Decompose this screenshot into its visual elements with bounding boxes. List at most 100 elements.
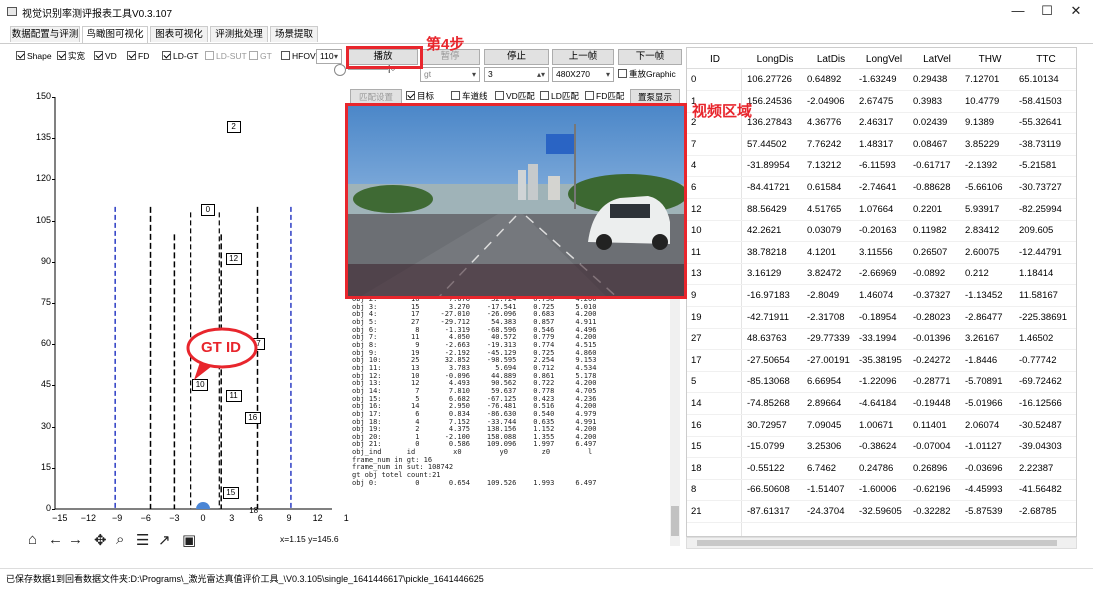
object-id-box[interactable]: 18 bbox=[246, 506, 262, 518]
table-row[interactable]: 6 -84.41721 0.61584 -2.74641 -0.88628 -5.6610… bbox=[687, 178, 1076, 199]
table-row[interactable]: 12 88.56429 4.51765 1.07664 0.2201 5.93917 -82… bbox=[687, 200, 1076, 221]
table-cell: 156.24536 bbox=[747, 95, 792, 107]
table-row[interactable]: 17 -27.50654 -27.00191 -35.38195 -0.24272 -1.… bbox=[687, 351, 1076, 372]
table-cell: -0.28023 bbox=[913, 311, 951, 323]
fd-match-check[interactable]: FD匹配 bbox=[585, 91, 624, 102]
display-check-hfov[interactable]: HFOV bbox=[281, 51, 316, 62]
minimize-button[interactable]: — bbox=[1004, 2, 1032, 20]
stop-button[interactable]: 停止 bbox=[484, 49, 549, 65]
display-check-shape[interactable]: Shape bbox=[16, 51, 52, 62]
column-header[interactable]: ID bbox=[695, 54, 735, 65]
table-row[interactable]: 19 -42.71911 -2.31708 -0.18954 -0.28023 -2.86… bbox=[687, 308, 1076, 329]
object-id-box[interactable]: 11 bbox=[225, 390, 242, 403]
tab-data-config[interactable]: 数据配置与评测 bbox=[10, 26, 80, 42]
table-cell: -87.61317 bbox=[747, 506, 790, 517]
table-row[interactable]: 21 -87.61317 -24.3704 -32.59605 -0.32282 -5.8… bbox=[687, 502, 1076, 523]
y-tick-label: 45 bbox=[40, 379, 51, 390]
home-icon[interactable]: ⌂ bbox=[28, 531, 37, 548]
step4-label: 第4步 bbox=[426, 36, 465, 53]
table-row[interactable]: 4 -31.89954 7.13212 -6.11593 -0.61717 -2.1392… bbox=[687, 156, 1076, 178]
display-check-ld-sut[interactable]: LD-SUT bbox=[205, 51, 247, 62]
table-cell: -84.41721 bbox=[747, 182, 790, 193]
configure-icon[interactable]: ☰ bbox=[136, 531, 149, 549]
object-id-box[interactable]: 16 bbox=[244, 412, 261, 425]
ld-match-check[interactable]: LD匹配 bbox=[540, 91, 579, 102]
y-tick bbox=[52, 303, 55, 304]
table-row[interactable]: 16 30.72957 7.09045 1.00671 0.11401 2.06074 -3… bbox=[687, 416, 1076, 437]
table-row[interactable]: 13 3.16129 3.82472 -2.66969 -0.0892 0.212 1.18… bbox=[687, 264, 1076, 286]
column-header[interactable]: LongDis bbox=[745, 54, 805, 65]
table-cell: -2.1392 bbox=[965, 160, 998, 172]
log-scrollbar[interactable] bbox=[670, 296, 680, 546]
column-header[interactable]: TTC bbox=[1017, 54, 1075, 65]
table-cell: 0.212 bbox=[965, 268, 989, 280]
column-header[interactable]: LongVel bbox=[857, 54, 911, 65]
table-cell: 3.82472 bbox=[807, 268, 842, 280]
table-row[interactable]: 10 42.2621 0.03079 -0.20163 0.11982 2.83412 20… bbox=[687, 221, 1076, 243]
table-cell: -2.8049 bbox=[807, 290, 840, 301]
table-cell: -29.77339 bbox=[807, 333, 850, 345]
column-header[interactable]: LatDis bbox=[805, 54, 857, 65]
display-check-gt[interactable]: GT bbox=[249, 51, 272, 62]
display-check-fd[interactable]: FD bbox=[127, 51, 149, 62]
object-id-box[interactable]: 0 bbox=[200, 203, 215, 216]
count-spinbox[interactable]: 3 ▴▾ bbox=[484, 67, 549, 82]
save-icon[interactable]: ▣ bbox=[182, 531, 196, 549]
tab-birdview[interactable]: 鸟瞰图可视化 bbox=[82, 26, 148, 44]
table-cell: 4.51765 bbox=[807, 203, 842, 215]
table-cell: 42.2621 bbox=[747, 225, 782, 237]
table-row[interactable]: 27 48.63763 -29.77339 -33.1994 -0.01396 3.261… bbox=[687, 329, 1076, 351]
table-row[interactable]: 18 -0.55122 6.7462 0.24786 0.26896 -0.03696 2.… bbox=[687, 459, 1076, 480]
replay-graphic-check[interactable]: 重放Graphic bbox=[618, 69, 676, 80]
forward-icon[interactable]: → bbox=[68, 531, 83, 548]
tab-batch[interactable]: 评测批处理 bbox=[210, 26, 268, 42]
table-cell: -58.41503 bbox=[1019, 95, 1062, 107]
pan-icon[interactable]: ✥ bbox=[94, 531, 107, 549]
table-row[interactable]: 8 -66.50608 -1.51407 -1.60006 -0.62196 -4.459… bbox=[687, 480, 1076, 502]
table-row[interactable]: 11 38.78218 4.1201 3.11556 0.26507 2.60075 -12… bbox=[687, 243, 1076, 264]
display-check-实宽[interactable]: 实宽 bbox=[57, 51, 85, 62]
table-cell: 0.26507 bbox=[913, 246, 948, 258]
slider-handle[interactable] bbox=[334, 64, 346, 76]
table-row[interactable]: 15 -15.0799 3.25306 -0.38624 -0.07004 -1.0112… bbox=[687, 437, 1076, 459]
gt-select[interactable]: gt ▾ bbox=[420, 67, 480, 82]
object-id-box[interactable]: 15 bbox=[222, 486, 239, 499]
target-check[interactable]: 目标 bbox=[406, 91, 434, 102]
next-frame-button[interactable]: 下一帧 bbox=[618, 49, 682, 65]
vd-match-check[interactable]: VD匹配 bbox=[495, 91, 535, 102]
hfov-spinbox[interactable]: 110 ▾ bbox=[316, 49, 342, 64]
video-highlight bbox=[345, 103, 687, 299]
close-button[interactable]: ✕ bbox=[1062, 2, 1090, 20]
column-header[interactable]: THW bbox=[963, 54, 1017, 65]
slider-track[interactable] bbox=[348, 69, 388, 70]
edit-curve-icon[interactable]: ↗ bbox=[158, 531, 171, 549]
prev-frame-button[interactable]: 上一帧 bbox=[552, 49, 614, 65]
table-row[interactable]: 7 57.44502 7.76242 1.48317 0.08467 3.85229 -38… bbox=[687, 135, 1076, 156]
resolution-select[interactable]: 480X270 ▾ bbox=[552, 67, 614, 82]
lane-check[interactable]: 车道线 bbox=[451, 91, 488, 102]
checkbox-icon bbox=[205, 51, 214, 60]
tab-scene[interactable]: 场景提取 bbox=[270, 26, 318, 42]
table-cell: 7.76242 bbox=[807, 138, 842, 150]
object-id-box[interactable]: 2 bbox=[226, 121, 241, 134]
coord-readout: x=1.15 y=145.6 bbox=[280, 534, 339, 544]
maximize-button[interactable]: ☐ bbox=[1033, 2, 1061, 20]
table-scrollbar[interactable] bbox=[686, 537, 1077, 549]
table-cell: -33.1994 bbox=[859, 333, 897, 345]
plot-canvas[interactable] bbox=[0, 90, 340, 530]
back-icon[interactable]: ← bbox=[48, 531, 63, 548]
table-cell: 30.72957 bbox=[747, 419, 787, 431]
table-row[interactable]: 0 106.27726 0.64892 -1.63249 0.29438 7.12701 6… bbox=[687, 70, 1076, 91]
table-cell: 9 bbox=[691, 290, 697, 301]
display-check-ld-gt[interactable]: LD-GT bbox=[162, 51, 199, 62]
display-check-vd[interactable]: VD bbox=[94, 51, 117, 62]
table-row[interactable]: 9 -16.97183 -2.8049 1.46074 -0.37327 -1.13452… bbox=[687, 286, 1076, 307]
column-header[interactable]: LatVel bbox=[911, 54, 963, 65]
zoom-icon[interactable]: ⌕ bbox=[116, 531, 124, 548]
table-row[interactable]: 14 -74.85268 2.89664 -4.64184 -0.19448 -5.019… bbox=[687, 394, 1076, 415]
x-tick-label: 12 bbox=[312, 513, 323, 523]
tab-chart[interactable]: 图表可视化 bbox=[150, 26, 208, 42]
object-id-box[interactable]: 12 bbox=[225, 253, 242, 266]
table-cell: -69.72462 bbox=[1019, 376, 1062, 388]
table-row[interactable]: 5 -85.13068 6.66954 -1.22096 -0.28771 -5.7089… bbox=[687, 372, 1076, 394]
